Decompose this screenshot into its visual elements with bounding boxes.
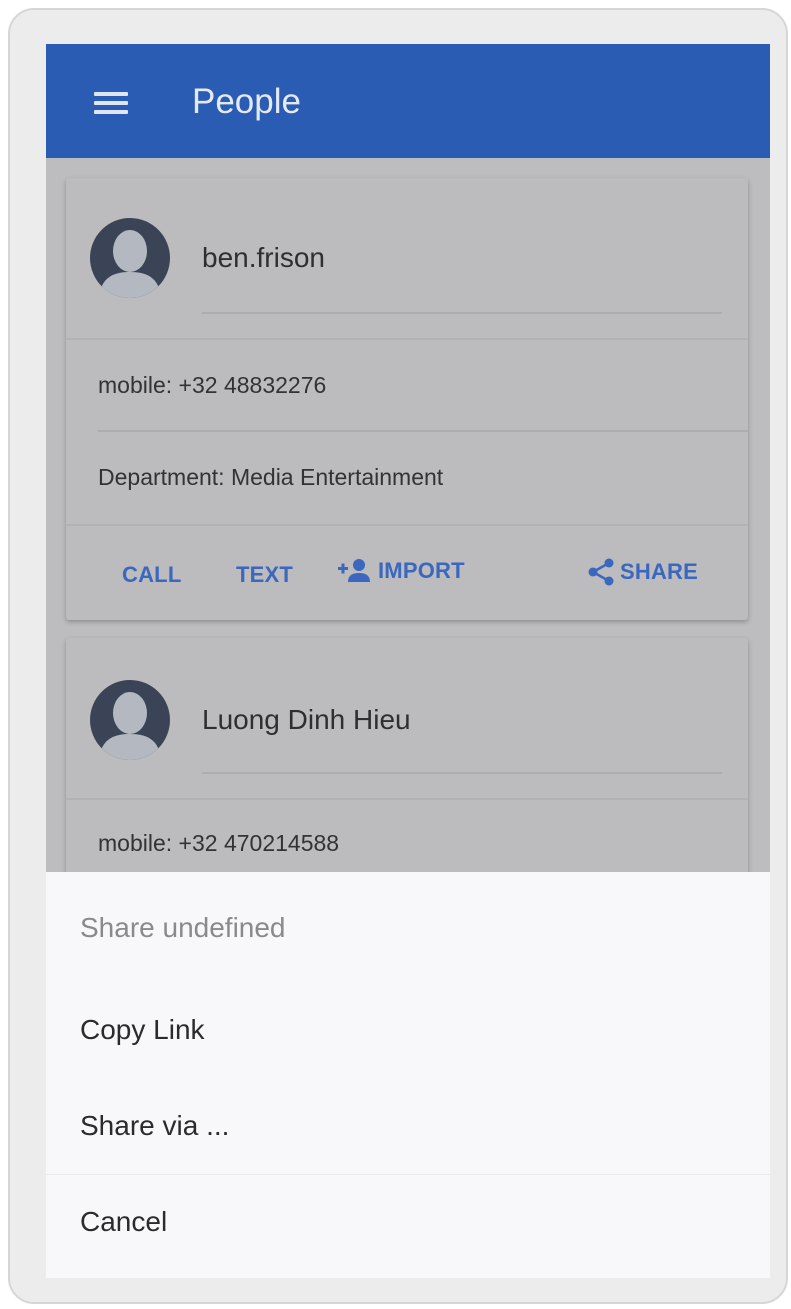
divider [46,1174,770,1175]
text-button[interactable]: TEXT [236,562,293,588]
cancel-option[interactable]: Cancel [46,1176,770,1272]
mobile-number[interactable]: mobile: +32 48832276 [98,372,326,399]
share-icon [588,558,614,586]
page-title: People [192,82,301,121]
share-sheet-title: Share undefined [80,912,286,943]
contact-card: ben.frison mobile: +32 48832276 Departme… [66,178,748,620]
device-frame: People ben.frison mobile: +32 48832276 D… [8,8,788,1304]
copy-link-label: Copy Link [80,1014,205,1045]
contact-name: ben.frison [202,242,325,273]
divider [66,524,748,526]
import-button[interactable]: IMPORT [338,558,465,584]
default-avatar-icon [90,680,170,760]
call-button[interactable]: CALL [122,562,181,588]
import-label: IMPORT [378,558,465,583]
cancel-label: Cancel [80,1206,168,1237]
contact-name: Luong Dinh Hieu [202,704,411,735]
divider [98,430,748,432]
divider [66,798,748,800]
mobile-number[interactable]: mobile: +32 470214588 [98,830,339,857]
share-label: SHARE [620,559,699,584]
name-divider [202,772,722,774]
name-divider [202,312,722,314]
default-avatar-icon [90,218,170,298]
divider [66,338,748,340]
call-label: CALL [122,562,182,587]
share-button[interactable]: SHARE [588,558,698,586]
copy-link-option[interactable]: Copy Link [46,984,770,1080]
share-via-label: Share via ... [80,1110,230,1141]
share-action-sheet: Share undefined Copy Link Share via ... … [46,872,770,1278]
app-bar: People [46,44,770,158]
department-text: Department: Media Entertainment [98,464,444,490]
app-screen: People ben.frison mobile: +32 48832276 D… [46,44,770,1278]
contact-card: Luong Dinh Hieu mobile: +32 470214588 [66,638,748,898]
text-label: TEXT [236,562,294,587]
share-via-option[interactable]: Share via ... [46,1080,770,1176]
hamburger-menu-icon[interactable] [94,92,128,114]
person-add-icon [338,559,370,582]
